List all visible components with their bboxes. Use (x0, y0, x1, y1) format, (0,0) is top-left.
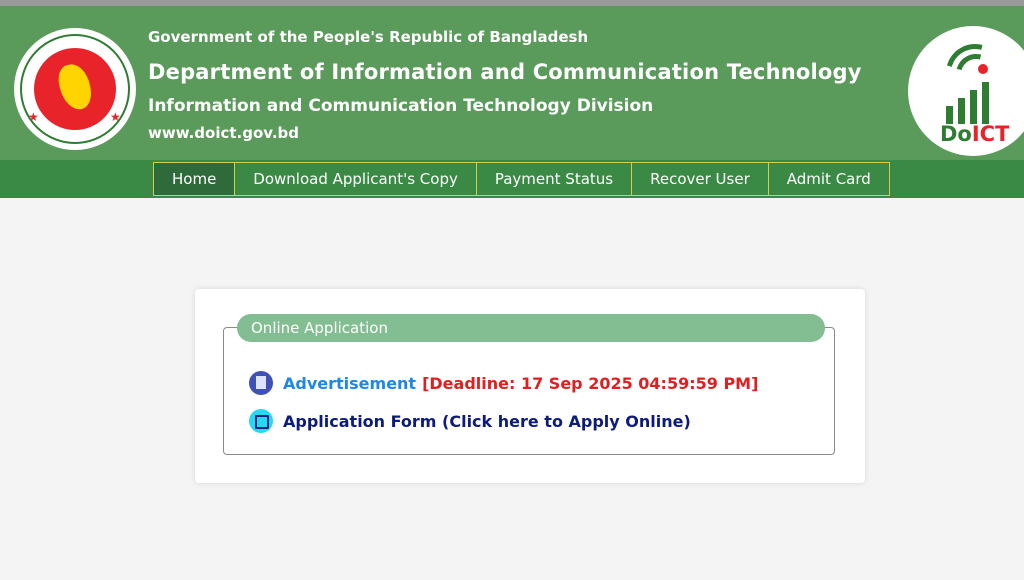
website-url: www.doict.gov.bd (148, 124, 300, 142)
pdf-icon (249, 371, 273, 395)
site-header: ★ ★ Government of the People's Republic … (0, 6, 1024, 160)
nav-home[interactable]: Home (153, 162, 236, 196)
nav-download-applicants-copy[interactable]: Download Applicant's Copy (235, 162, 477, 196)
application-form-link[interactable]: Application Form (Click here to Apply On… (283, 412, 691, 431)
nav-bar: Home Download Applicant's Copy Payment S… (0, 160, 1024, 198)
advertisement-row: Advertisement [Deadline: 17 Sep 2025 04:… (249, 371, 758, 395)
advertisement-link[interactable]: Advertisement (283, 374, 416, 393)
nav-admit-card[interactable]: Admit Card (768, 162, 890, 196)
nav-recover-user[interactable]: Recover User (632, 162, 769, 196)
main-nav: Home Download Applicant's Copy Payment S… (153, 162, 890, 196)
government-seal-icon: ★ ★ (14, 28, 136, 150)
nav-payment-status[interactable]: Payment Status (476, 162, 633, 196)
application-form-row: Application Form (Click here to Apply On… (249, 409, 691, 433)
division-title: Information and Communication Technology… (148, 96, 654, 116)
logo-text: DoICT (940, 122, 1010, 146)
department-title: Department of Information and Communicat… (148, 60, 862, 84)
form-icon (249, 409, 273, 433)
panel-title: Online Application (237, 314, 825, 342)
online-application-card: Online Application Advertisement [Deadli… (195, 289, 865, 483)
deadline-text: [Deadline: 17 Sep 2025 04:59:59 PM] (422, 373, 759, 393)
government-title: Government of the People's Republic of B… (148, 28, 589, 46)
doict-logo-icon: DoICT (908, 26, 1024, 156)
